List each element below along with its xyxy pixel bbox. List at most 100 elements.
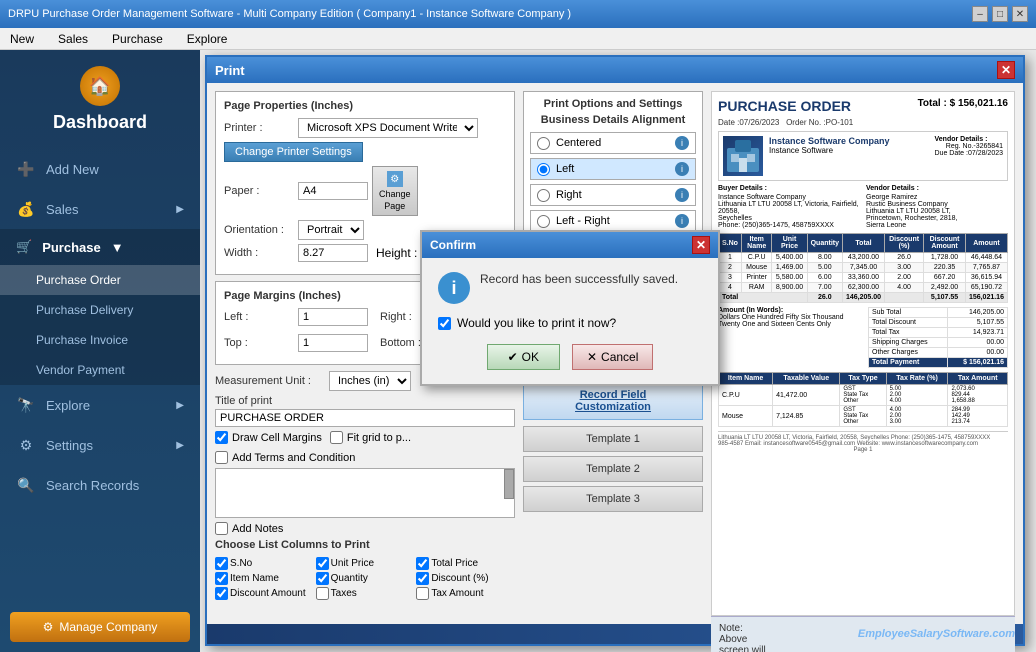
menu-purchase[interactable]: Purchase [106,30,169,48]
alignment-centered[interactable]: Centered i [530,132,696,154]
ok-check-icon: ✔ [508,350,518,364]
alignment-right[interactable]: Right i [530,184,696,206]
alignment-left[interactable]: Left i [530,158,696,180]
left-right-info-icon[interactable]: i [675,214,689,228]
sidebar-item-sales[interactable]: 💰 Sales ▶ [0,189,200,229]
confirm-question: Would you like to print it now? [457,316,616,330]
col-quantity[interactable]: Quantity [316,572,415,585]
sidebar-item-search-records[interactable]: 🔍 Search Records [0,465,200,505]
right-panel: PURCHASE ORDER Total : $ 156,021.16 Date… [711,91,1015,616]
col-total-price[interactable]: Total Price [416,557,515,570]
col-sno[interactable]: S.No [215,557,314,570]
centered-info-icon[interactable]: i [675,136,689,150]
close-window-button[interactable]: ✕ [1012,6,1028,22]
sidebar-item-explore[interactable]: 🔭 Explore ▶ [0,385,200,425]
maximize-button[interactable]: □ [992,6,1008,22]
table-row: 1C.P.U5,400.008.0043,200.0026.01,728.004… [719,253,1008,263]
top-label: Top : [224,337,294,349]
search-records-icon: 🔍 [16,475,36,495]
scrollbar-thumb[interactable] [504,469,514,499]
confirm-ok-button[interactable]: ✔ OK [487,344,560,370]
left-info-icon[interactable]: i [675,162,689,176]
cell-options-row: Draw Cell Margins Fit grid to p... [215,431,515,447]
printer-label: Printer : [224,122,294,134]
sidebar: 🏠 Dashboard ➕ Add New 💰 Sales ▶ 🛒 Purcha… [0,50,200,652]
print-dialog-close-button[interactable]: ✕ [997,61,1015,79]
table-row: 3Printer5,580.006.0033,360.002.00667.203… [719,273,1008,283]
purchase-section: 🛒 Purchase ▼ Purchase Order Purchase Del… [0,229,200,385]
confirm-buttons: ✔ OK ✕ Cancel [438,344,702,370]
purchase-icon: 🛒 [16,239,32,255]
top-margin-input[interactable] [298,334,368,352]
template-3-button[interactable]: Template 3 [523,486,703,512]
sidebar-item-add-new[interactable]: ➕ Add New [0,149,200,189]
sidebar-item-vendor-payment[interactable]: Vendor Payment [0,355,200,385]
sidebar-item-purchase-order[interactable]: Purchase Order [0,265,200,295]
table-total-row: Total26.0146,205.005,107.55156,021.16 [719,293,1008,303]
add-new-icon: ➕ [16,159,36,179]
fit-grid-check[interactable]: Fit grid to p... [330,431,411,444]
po-details: Buyer Details : Instance Software Compan… [718,185,1008,229]
tax-row: Mouse 7,124.85 GST State Tax Other 4.00 … [719,406,1008,427]
change-page-button[interactable]: ⚙ Change Page [372,166,418,216]
change-printer-settings-button[interactable]: Change Printer Settings [224,142,363,162]
confirm-icon-row: i Record has been successfully saved. [438,272,702,304]
columns-section: Choose List Columns to Print S.No Unit P… [215,539,515,600]
summary-row: Total Tax14,923.71 [869,328,1008,338]
title-of-print-input[interactable] [215,409,515,427]
col-taxes[interactable]: Taxes [316,587,415,600]
right-info-icon[interactable]: i [675,188,689,202]
add-terms-check[interactable]: Add Terms and Condition [215,451,515,464]
paper-input[interactable] [298,182,368,200]
menu-explore[interactable]: Explore [181,30,234,48]
preview-note: Note: Above screen will show only first … [719,623,766,652]
company-info: Instance Software Company Instance Softw… [769,136,890,155]
record-field-customization-button[interactable]: Record Field Customization [523,382,703,420]
add-notes-check[interactable]: Add Notes [215,522,515,535]
template-2-button[interactable]: Template 2 [523,456,703,482]
page-properties-title: Page Properties (Inches) [224,100,506,112]
po-company: Instance Software Company Instance Softw… [718,131,1008,181]
menu-sales[interactable]: Sales [52,30,94,48]
minimize-button[interactable]: – [972,6,988,22]
printer-select[interactable]: Microsoft XPS Document Write [298,118,478,138]
measurement-select[interactable]: Inches (in) [329,371,411,391]
printer-row: Printer : Microsoft XPS Document Write [224,118,506,138]
width-input[interactable] [298,244,368,262]
col-tax-amount[interactable]: Tax Amount [416,587,515,600]
col-unit-price[interactable]: Unit Price [316,557,415,570]
print-options-title-line2: Business Details Alignment [530,114,696,126]
main-layout: 🏠 Dashboard ➕ Add New 💰 Sales ▶ 🛒 Purcha… [0,50,1036,652]
confirm-cancel-button[interactable]: ✕ Cancel [572,344,653,370]
sidebar-item-settings[interactable]: ⚙ Settings ▶ [0,425,200,465]
alignment-left-right[interactable]: Left - Right i [530,210,696,232]
confirm-checkbox[interactable] [438,317,451,330]
confirm-dialog-close-button[interactable]: ✕ [692,236,710,254]
col-item-name[interactable]: Item Name [215,572,314,585]
col-discount-amount[interactable]: Discount Amount [215,587,314,600]
left-margin-input[interactable] [298,308,368,326]
amount-words: Amount (In Words): Dollars One Hundred F… [718,307,862,368]
po-header: PURCHASE ORDER Total : $ 156,021.16 [718,98,1008,114]
height-label: Height : [376,246,417,260]
template-1-button[interactable]: Template 1 [523,426,703,452]
paper-label: Paper : [224,185,294,197]
app-title: DRPU Purchase Order Management Software … [8,8,571,20]
left-margin-row: Left : [224,308,368,326]
sales-arrow-icon: ▶ [176,204,184,215]
sidebar-item-purchase[interactable]: 🛒 Purchase ▼ [0,229,200,265]
col-discount-pct[interactable]: Discount (%) [416,572,515,585]
buyer-details-col: Buyer Details : Instance Software Compan… [718,185,860,229]
orientation-select[interactable]: Portrait [298,220,364,240]
window-controls[interactable]: – □ ✕ [972,6,1028,22]
manage-company-button[interactable]: ⚙ Manage Company [10,612,190,642]
sidebar-item-purchase-delivery[interactable]: Purchase Delivery [0,295,200,325]
menu-new[interactable]: New [4,30,40,48]
vendor-details-col: Vendor Details : George Ramirez Rustic B… [866,185,1008,229]
draw-cell-margins-check[interactable]: Draw Cell Margins [215,431,322,444]
explore-arrow-icon: ▶ [176,400,184,411]
change-page-icon: ⚙ [387,171,403,187]
po-title: PURCHASE ORDER [718,98,851,114]
sidebar-item-purchase-invoice[interactable]: Purchase Invoice [0,325,200,355]
terms-textarea-area [215,468,515,518]
